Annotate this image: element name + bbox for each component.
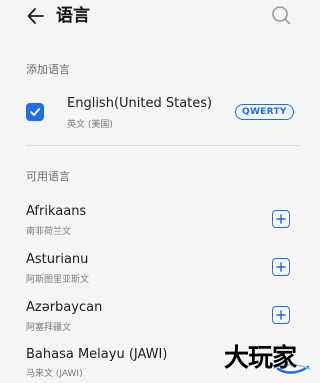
keyboard-layout-badge[interactable]: QWERTY bbox=[235, 104, 294, 120]
plus-icon bbox=[276, 214, 286, 224]
language-native-name: 南非荷兰文 bbox=[26, 227, 72, 237]
list-item[interactable]: Afrikaans 南非荷兰文 bbox=[0, 198, 320, 238]
search-icon bbox=[272, 6, 291, 25]
checkmark-icon bbox=[30, 108, 41, 116]
add-language-button[interactable] bbox=[272, 210, 290, 228]
language-name: English(United States) bbox=[67, 96, 213, 111]
added-language-row[interactable]: English(United States) 英文 (美国) QWERTY bbox=[0, 90, 320, 138]
search-button[interactable] bbox=[270, 4, 292, 26]
section-label-available: 可用语言 bbox=[26, 170, 70, 183]
language-name: Bahasa Melayu (JAWI) bbox=[26, 347, 168, 362]
page-title: 语言 bbox=[56, 6, 90, 26]
watermark-text: 大玩家 bbox=[224, 343, 297, 372]
language-checkbox[interactable] bbox=[26, 103, 44, 121]
language-native-name: 英文 (美国) bbox=[67, 120, 113, 130]
plus-icon bbox=[276, 262, 286, 272]
list-item[interactable]: Azərbaycan 阿塞拜疆文 bbox=[0, 294, 320, 334]
language-name: Afrikaans bbox=[26, 204, 87, 219]
plus-icon bbox=[276, 310, 286, 320]
watermark-logo: 大玩家 bbox=[222, 342, 318, 382]
divider bbox=[26, 145, 300, 146]
language-name: Asturianu bbox=[26, 252, 89, 267]
language-native-name: 马来文 (JAWI) bbox=[26, 369, 83, 379]
language-native-name: 阿塞拜疆文 bbox=[26, 323, 72, 333]
language-native-name: 阿斯图里亚斯文 bbox=[26, 275, 90, 285]
language-name: Azərbaycan bbox=[26, 300, 103, 315]
language-settings-page: 语言 添加语言 English(United States) 英文 (美国) Q… bbox=[0, 0, 320, 383]
back-button[interactable] bbox=[24, 4, 48, 28]
arrow-left-icon bbox=[27, 8, 44, 24]
add-language-button[interactable] bbox=[272, 258, 290, 276]
section-label-added: 添加语言 bbox=[26, 63, 70, 76]
add-language-button[interactable] bbox=[272, 306, 290, 324]
header: 语言 bbox=[0, 0, 320, 34]
list-item[interactable]: Asturianu 阿斯图里亚斯文 bbox=[0, 246, 320, 286]
